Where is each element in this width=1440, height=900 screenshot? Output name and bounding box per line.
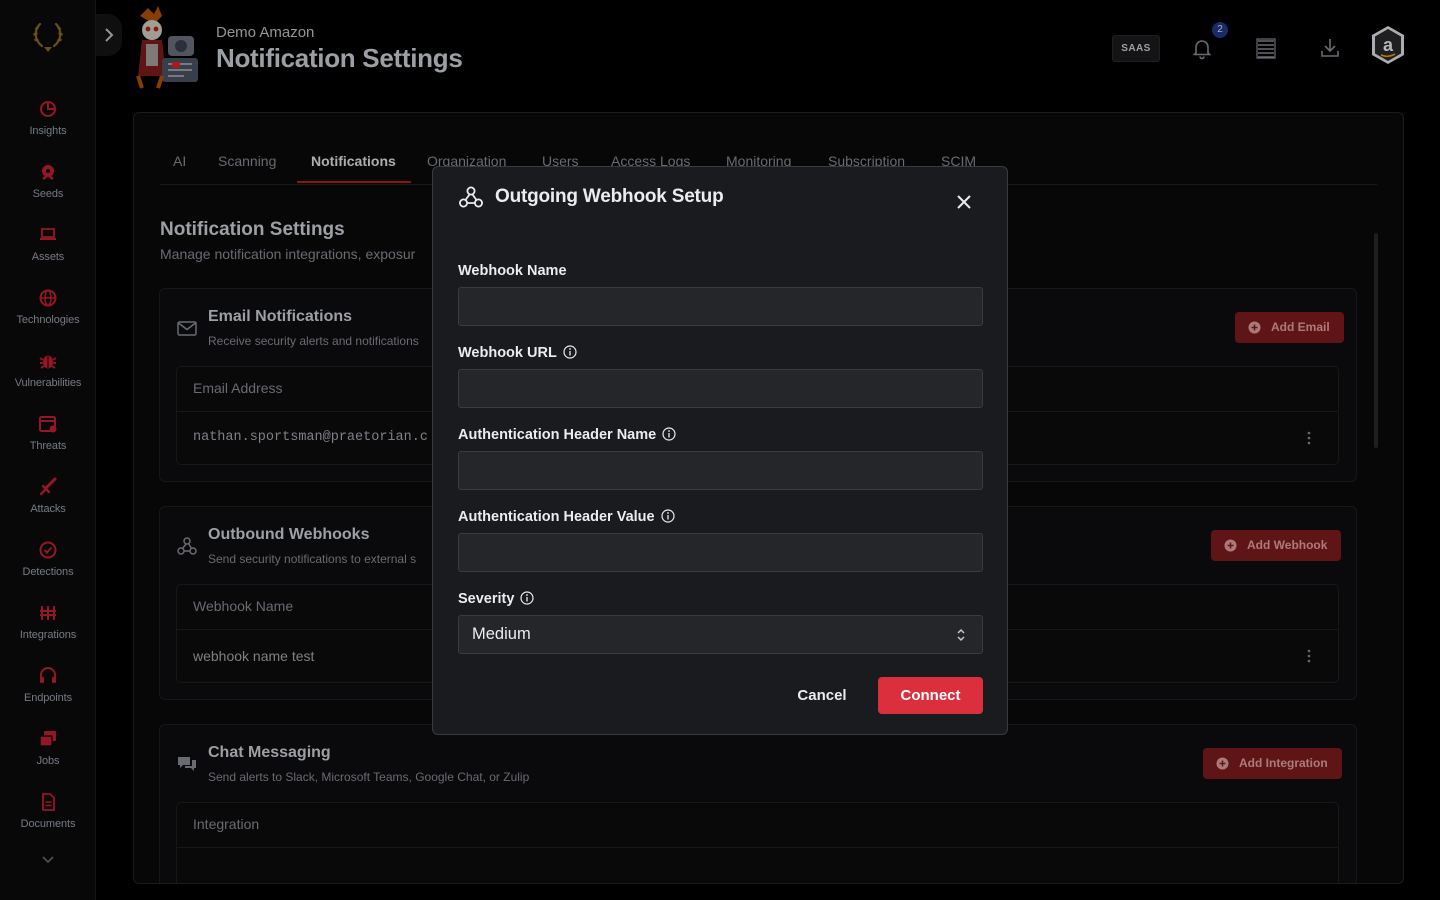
auth-header-name-label: Authentication Header Name: [458, 427, 676, 443]
label-text: Authentication Header Value: [458, 509, 655, 525]
severity-value: Medium: [472, 625, 531, 643]
close-icon[interactable]: [953, 191, 975, 213]
auth-header-value-label: Authentication Header Value: [458, 509, 675, 525]
connect-button[interactable]: Connect: [878, 677, 983, 714]
webhook-url-input[interactable]: [458, 369, 983, 408]
info-icon[interactable]: [563, 345, 577, 359]
label-text: Webhook URL: [458, 345, 557, 361]
webhook-icon: [459, 186, 483, 208]
info-icon[interactable]: [661, 509, 675, 523]
auth-header-name-input[interactable]: [458, 451, 983, 490]
info-icon[interactable]: [520, 591, 535, 605]
label-text: Webhook Name: [458, 263, 567, 279]
cancel-button[interactable]: Cancel: [783, 678, 861, 714]
chevron-up-down-icon: [957, 628, 965, 642]
label-text: Authentication Header Name: [458, 427, 657, 443]
label-text: Severity: [458, 591, 515, 607]
webhook-name-label: Webhook Name: [458, 263, 567, 279]
info-icon[interactable]: [662, 427, 676, 441]
severity-select[interactable]: Medium: [458, 615, 983, 654]
webhook-setup-modal: Outgoing Webhook Setup Webhook Name Webh…: [432, 166, 1008, 735]
modal-title: Outgoing Webhook Setup: [495, 186, 724, 207]
severity-label: Severity: [458, 591, 535, 607]
webhook-url-label: Webhook URL: [458, 345, 577, 361]
auth-header-value-input[interactable]: [458, 533, 983, 572]
webhook-name-input[interactable]: [458, 287, 983, 326]
